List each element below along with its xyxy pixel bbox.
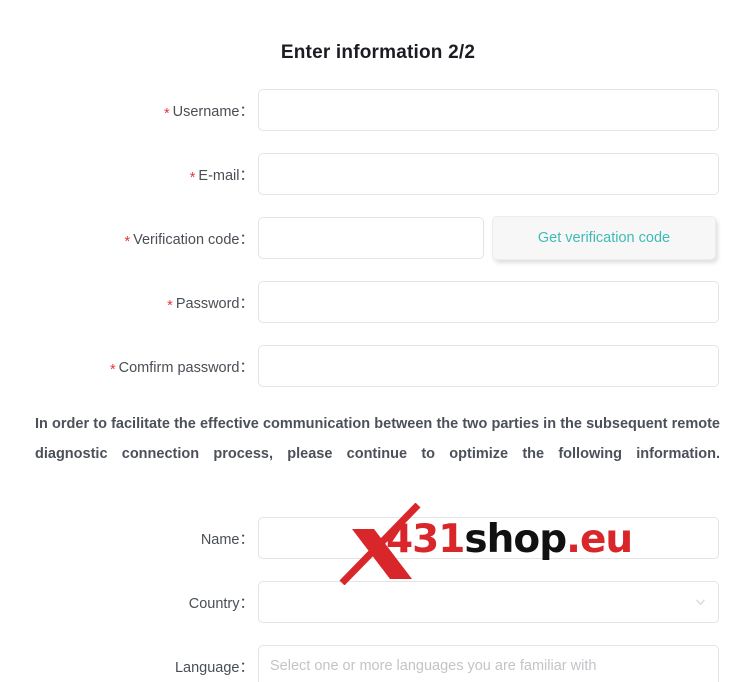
profile-form: Name： Country： Language： xyxy=(0,517,756,682)
field-password-wrapper xyxy=(258,281,719,323)
get-verification-code-button[interactable]: Get verification code xyxy=(492,216,716,260)
form-row-name: Name： xyxy=(0,517,756,559)
label-language: Language： xyxy=(0,656,258,677)
required-asterisk: * xyxy=(124,233,131,250)
required-asterisk: * xyxy=(167,297,173,314)
field-name-wrapper xyxy=(258,517,719,559)
form-row-verification-code: * Verification code： Get verification cod… xyxy=(0,216,756,260)
required-asterisk: * xyxy=(163,105,170,122)
notice-text: In order to facilitate the effective com… xyxy=(35,416,720,462)
field-confirm-password-wrapper xyxy=(258,345,719,387)
registration-page: Enter information 2/2 * Username： * E-mail… xyxy=(0,0,756,682)
label-country: Country： xyxy=(0,592,258,613)
label-colon: ： xyxy=(239,231,255,248)
label-username: * Username： xyxy=(0,100,258,122)
country-select-value[interactable] xyxy=(259,582,718,622)
label-email-text: E-mail xyxy=(198,167,240,184)
email-input[interactable] xyxy=(259,154,718,194)
label-confirm-password: * Comfirm password： xyxy=(0,356,258,378)
label-colon: ： xyxy=(239,103,255,120)
label-colon: ： xyxy=(239,295,255,312)
label-username-text: Username xyxy=(172,103,240,120)
label-password: * Password： xyxy=(0,292,258,314)
form-row-language: Language： xyxy=(0,645,756,682)
label-email: * E-mail： xyxy=(0,164,258,186)
field-language-wrapper xyxy=(258,645,719,682)
label-colon: ： xyxy=(239,167,255,184)
label-password-text: Password xyxy=(175,295,240,312)
form-row-country: Country： xyxy=(0,581,756,623)
label-colon: ： xyxy=(239,359,255,376)
label-verification-code: * Verification code： xyxy=(0,228,258,250)
username-input[interactable] xyxy=(259,90,718,130)
form-row-email: * E-mail： xyxy=(0,153,756,195)
label-verification-code-text: Verification code xyxy=(133,231,240,248)
page-title: Enter information 2/2 xyxy=(280,42,476,63)
name-input[interactable] xyxy=(259,518,718,558)
label-name: Name： xyxy=(0,528,258,549)
field-verification-code-wrapper xyxy=(258,217,484,259)
form-row-confirm-password: * Comfirm password： xyxy=(0,345,756,387)
field-username-wrapper xyxy=(258,89,719,131)
label-name-text: Name xyxy=(200,531,240,548)
language-input[interactable] xyxy=(259,646,718,682)
label-colon: ： xyxy=(239,531,255,548)
form-row-password: * Password： xyxy=(0,281,756,323)
verification-code-input[interactable] xyxy=(259,218,483,258)
field-email-wrapper xyxy=(258,153,719,195)
form-row-username: * Username： xyxy=(0,89,756,131)
label-language-text: Language xyxy=(174,659,240,676)
required-asterisk: * xyxy=(189,169,196,186)
field-country-wrapper[interactable] xyxy=(258,581,719,623)
password-input[interactable] xyxy=(259,282,718,322)
required-asterisk: * xyxy=(109,361,116,378)
label-colon: ： xyxy=(239,659,255,676)
label-country-text: Country xyxy=(188,595,240,612)
account-form: * Username： * E-mail： * Verification code： … xyxy=(0,89,756,387)
confirm-password-input[interactable] xyxy=(259,346,718,386)
label-confirm-password-text: Comfirm password xyxy=(118,359,240,376)
label-colon: ： xyxy=(239,595,255,612)
